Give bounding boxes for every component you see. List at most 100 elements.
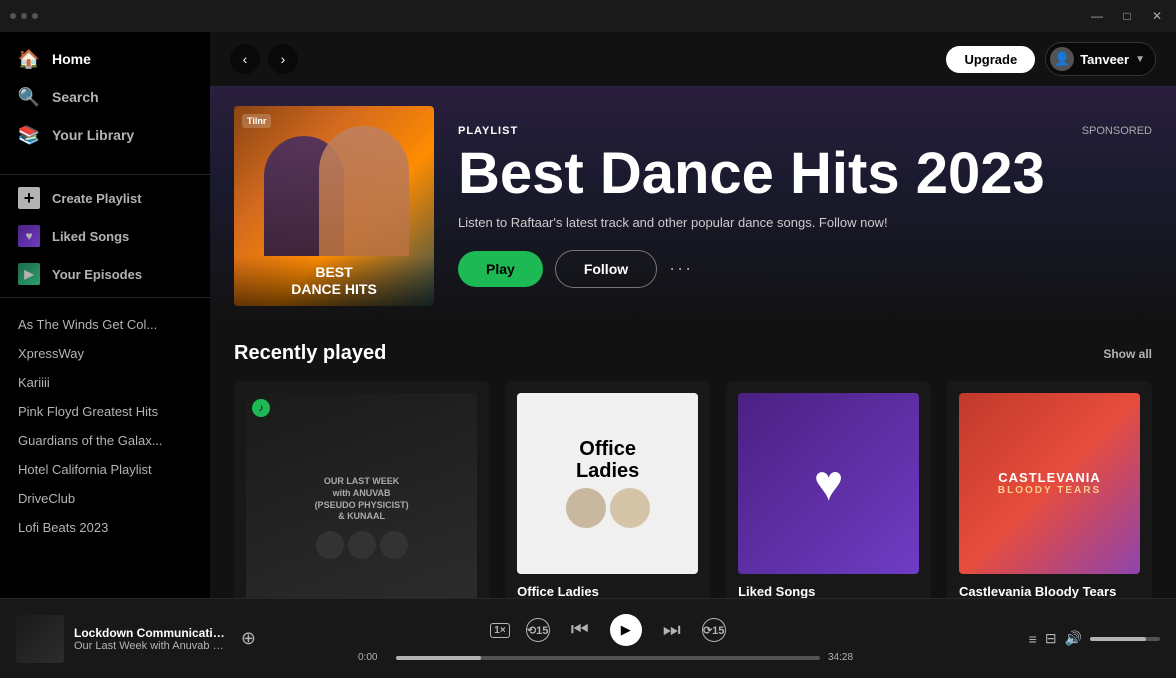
sidebar-library-label: Your Library <box>52 127 134 143</box>
progress-fill <box>396 656 481 660</box>
home-icon: 🏠 <box>18 48 40 70</box>
sidebar-item-liked-songs[interactable]: ♥ Liked Songs <box>0 217 210 255</box>
titlebar-dot-3 <box>32 13 38 19</box>
hero-title: Best Dance Hits 2023 <box>458 145 1045 203</box>
playlist-item-7[interactable]: Lofi Beats 2023 <box>0 513 210 542</box>
liked-songs-icon: ♥ <box>18 225 40 247</box>
playlist-item-5[interactable]: Hotel California Playlist <box>0 455 210 484</box>
card-title-2: Liked Songs <box>738 584 919 598</box>
player-bar: Lockdown Communication Breakdow... Our L… <box>0 598 1176 678</box>
card-title-1: Office Ladies <box>517 584 698 598</box>
card-image-podcast: ♪ OUR LAST WEEKwith ANUVAB(PSEUDO PHYSIC… <box>246 393 477 598</box>
sidebar-nav: 🏠 Home 🔍 Search 📚 Your Library <box>0 40 210 154</box>
next-button[interactable]: ⏭ <box>658 616 686 644</box>
sidebar: 🏠 Home 🔍 Search 📚 Your Library + Create … <box>0 32 210 598</box>
add-to-library-button[interactable]: ⊕ <box>241 628 256 649</box>
top-nav: ‹ › Upgrade 👤 Tanveer ▼ <box>210 32 1176 86</box>
card-office-ladies[interactable]: OfficeLadies Office Ladies Podcast <box>505 381 710 598</box>
time-total: 34:28 <box>828 652 858 663</box>
library-icon: 📚 <box>18 124 40 146</box>
your-episodes-label: Your Episodes <box>52 267 142 282</box>
player-track: Lockdown Communication Breakdow... Our L… <box>16 615 256 663</box>
devices-button[interactable]: ⊟ <box>1045 630 1057 647</box>
hero-type-label: PLAYLIST <box>458 125 1045 137</box>
card-image-liked: ♥ <box>738 393 919 574</box>
playlist-item-1[interactable]: XpressWay <box>0 339 210 368</box>
user-menu-button[interactable]: 👤 Tanveer ▼ <box>1045 42 1156 76</box>
play-pause-button[interactable]: ▶ <box>610 614 642 646</box>
hero-image-text: BEST DANCE HITS <box>234 256 434 306</box>
podcast-title-overlay: OUR LAST WEEKwith ANUVAB(PSEUDO PHYSICIS… <box>315 476 409 523</box>
volume-fill <box>1090 637 1146 641</box>
playlist-cover-image: Tilnr BEST DANCE HITS <box>234 106 434 306</box>
speed-badge[interactable]: 1× <box>490 623 509 638</box>
forward-button[interactable]: ⟳15 <box>702 618 726 642</box>
card-castlevania[interactable]: CASTLEVANIA BLOODY TEARS Castlevania Blo… <box>947 381 1152 598</box>
main-content: ‹ › Upgrade 👤 Tanveer ▼ Tilnr BEST DANCE… <box>210 32 1176 598</box>
section-title: Recently played <box>234 342 386 365</box>
forward-button[interactable]: › <box>268 44 298 74</box>
playlist-item-0[interactable]: As The Winds Get Col... <box>0 310 210 339</box>
sidebar-home-label: Home <box>52 51 91 67</box>
titlebar-dot-2 <box>21 13 27 19</box>
spotify-logo-icon: ♪ <box>252 399 270 417</box>
back-button[interactable]: ‹ <box>230 44 260 74</box>
queue-button[interactable]: ≡ <box>1029 631 1037 647</box>
maximize-button[interactable]: □ <box>1118 7 1136 25</box>
card-our-last-week[interactable]: ♪ OUR LAST WEEKwith ANUVAB(PSEUDO PHYSIC… <box>234 381 489 598</box>
liked-songs-label: Liked Songs <box>52 229 129 244</box>
sidebar-item-your-episodes[interactable]: ▶ Your Episodes <box>0 255 210 293</box>
hero-play-button[interactable]: Play <box>458 251 543 287</box>
previous-button[interactable]: ⏮ <box>566 616 594 644</box>
titlebar: — □ ✕ <box>0 0 1176 32</box>
volume-bar[interactable] <box>1090 637 1160 641</box>
minimize-button[interactable]: — <box>1088 7 1106 25</box>
card-image-castlevania: CASTLEVANIA BLOODY TEARS <box>959 393 1140 574</box>
playlist-list: As The Winds Get Col... XpressWay Kariii… <box>0 302 210 590</box>
card-image-office: OfficeLadies <box>517 393 698 574</box>
hero-section: Tilnr BEST DANCE HITS PLAYLIST Best Danc… <box>210 86 1176 326</box>
volume-button[interactable]: 🔊 <box>1065 630 1082 647</box>
player-thumbnail <box>16 615 64 663</box>
section-header: Recently played Show all <box>234 342 1152 365</box>
titlebar-controls: — □ ✕ <box>1088 7 1166 25</box>
playlist-item-2[interactable]: Kariiii <box>0 368 210 397</box>
card-liked-songs[interactable]: ♥ Liked Songs Playlist <box>726 381 931 598</box>
heart-icon: ♥ <box>814 454 844 512</box>
titlebar-dots <box>10 13 38 19</box>
upgrade-button[interactable]: Upgrade <box>946 46 1035 73</box>
player-progress: 0:00 34:28 <box>358 652 858 663</box>
playlist-item-4[interactable]: Guardians of the Galax... <box>0 426 210 455</box>
playlist-item-6[interactable]: DriveClub <box>0 484 210 513</box>
sidebar-search-label: Search <box>52 89 99 105</box>
hero-more-button[interactable]: ··· <box>669 258 693 279</box>
sidebar-item-search[interactable]: 🔍 Search <box>8 78 202 116</box>
progress-bar[interactable] <box>396 656 820 660</box>
hero-brand-label: Tilnr <box>242 114 271 128</box>
sidebar-item-create-playlist[interactable]: + Create Playlist <box>0 179 210 217</box>
time-current: 0:00 <box>358 652 388 663</box>
player-track-name: Lockdown Communication Breakdow... <box>74 626 227 640</box>
show-all-button[interactable]: Show all <box>1103 347 1152 361</box>
playlist-item-3[interactable]: Pink Floyd Greatest Hits <box>0 397 210 426</box>
nav-right: Upgrade 👤 Tanveer ▼ <box>946 42 1156 76</box>
rewind-button[interactable]: ⟲15 <box>526 618 550 642</box>
your-episodes-icon: ▶ <box>18 263 40 285</box>
avatar: 👤 <box>1050 47 1074 71</box>
sidebar-item-home[interactable]: 🏠 Home <box>8 40 202 78</box>
close-button[interactable]: ✕ <box>1148 7 1166 25</box>
chevron-down-icon: ▼ <box>1135 54 1145 65</box>
sidebar-item-library[interactable]: 📚 Your Library <box>8 116 202 154</box>
player-track-artist: Our Last Week with Anuvab & Kunaal (Engl… <box>74 640 227 652</box>
hero-description: Listen to Raftaar's latest track and oth… <box>458 215 1152 230</box>
create-playlist-icon: + <box>18 187 40 209</box>
sidebar-divider-2 <box>0 297 210 298</box>
user-name-label: Tanveer <box>1080 52 1129 67</box>
hero-actions: Play Follow ··· <box>458 250 1152 288</box>
nav-arrows: ‹ › <box>230 44 298 74</box>
search-icon: 🔍 <box>18 86 40 108</box>
cards-grid: ♪ OUR LAST WEEKwith ANUVAB(PSEUDO PHYSIC… <box>234 381 1152 598</box>
sidebar-divider-1 <box>0 174 210 175</box>
hero-follow-button[interactable]: Follow <box>555 250 657 288</box>
card-title-3: Castlevania Bloody Tears <box>959 584 1140 598</box>
